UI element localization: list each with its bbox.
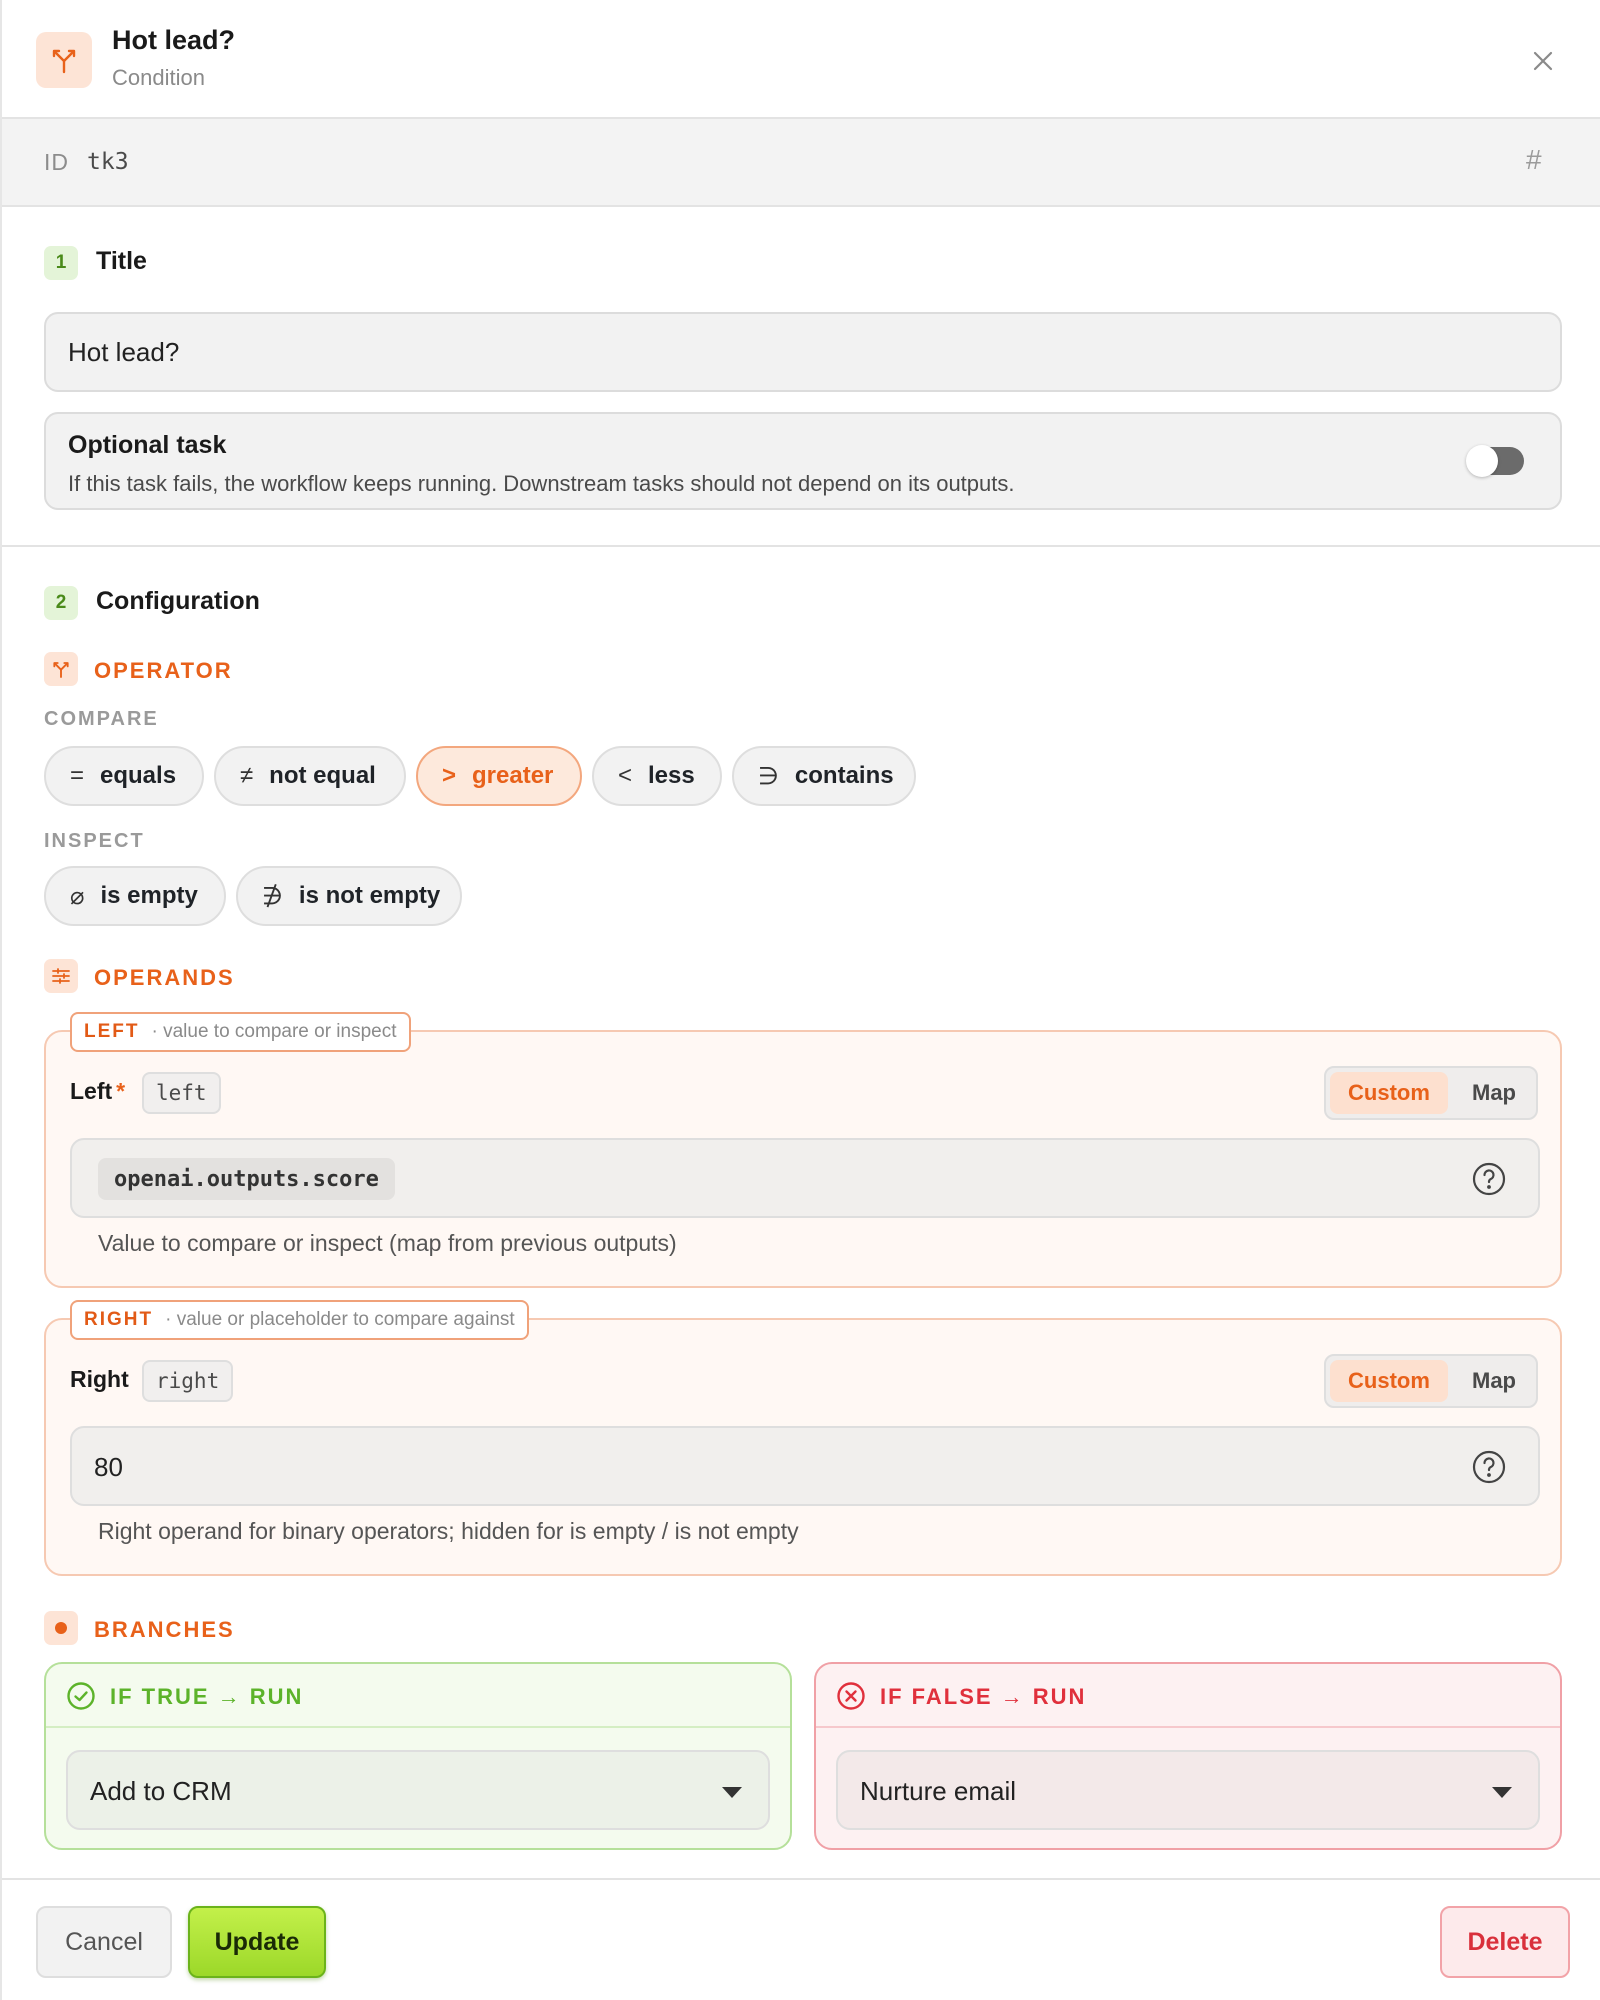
- right-hint: Right operand for binary operators; hidd…: [98, 1518, 799, 1544]
- optional-task-toggle[interactable]: [1466, 445, 1524, 477]
- if-false-selected: Nurture email: [860, 1776, 1017, 1806]
- section-divider: [2, 545, 1600, 547]
- if-true-select[interactable]: Add to CRM: [66, 1750, 770, 1830]
- operands-sliders-icon: [44, 959, 78, 993]
- right-operand-tag: RIGHT · value or placeholder to compare …: [70, 1300, 529, 1340]
- section-title-title: Title: [96, 247, 147, 275]
- right-field-label: Right: [70, 1366, 129, 1392]
- if-false-branch: IF FALSE → RUN Nurture email: [814, 1662, 1562, 1850]
- operands-label: OPERANDS: [94, 965, 235, 990]
- operator-is-empty[interactable]: ⌀ is empty: [44, 866, 226, 926]
- right-mode-toggle: Custom Map: [1324, 1354, 1538, 1408]
- compare-label: COMPARE: [44, 708, 159, 730]
- help-circle-icon[interactable]: [1472, 1162, 1506, 1196]
- operator-contains[interactable]: ∋ contains: [732, 746, 916, 806]
- branches-dot-icon: [44, 1611, 78, 1645]
- left-value-input[interactable]: openai.outputs.score: [70, 1138, 1540, 1218]
- right-key-pill: right: [142, 1360, 234, 1402]
- right-mode-custom[interactable]: Custom: [1330, 1360, 1448, 1402]
- task-title: Hot lead?: [112, 25, 236, 55]
- close-icon[interactable]: [1526, 44, 1560, 78]
- chevron-down-icon: [722, 1787, 742, 1798]
- operator-greater[interactable]: > greater: [416, 746, 582, 806]
- if-true-branch: IF TRUE → RUN Add to CRM: [44, 1662, 792, 1850]
- left-mode-custom[interactable]: Custom: [1330, 1072, 1448, 1114]
- left-field-label: Left *: [70, 1078, 126, 1104]
- operator-is-not-empty[interactable]: ∌ is not empty: [236, 866, 462, 926]
- left-key-pill: left: [142, 1072, 221, 1114]
- if-false-label: IF FALSE → RUN: [880, 1684, 1087, 1709]
- title-input[interactable]: [44, 312, 1562, 392]
- optional-task-box: Optional task If this task fails, the wo…: [44, 412, 1562, 510]
- operator-less[interactable]: < less: [592, 746, 722, 806]
- step-badge-2: 2: [44, 586, 78, 620]
- left-operand-card: Left * left Custom Map openai.outputs.sco…: [44, 1030, 1562, 1288]
- check-circle-icon: [67, 1682, 95, 1710]
- operator-equals[interactable]: = equals: [44, 746, 204, 806]
- left-mapped-value[interactable]: openai.outputs.score: [98, 1158, 395, 1200]
- branches-label: BRANCHES: [94, 1617, 235, 1642]
- task-editor-panel: Hot lead? Condition ID tk3 # 1 Title Opt…: [0, 0, 1600, 2000]
- if-true-header: IF TRUE → RUN: [46, 1664, 790, 1728]
- x-circle-icon: [837, 1682, 865, 1710]
- operator-label: OPERATOR: [94, 658, 233, 683]
- left-operand-tag: LEFT · value to compare or inspect: [70, 1012, 411, 1052]
- right-operand-card: Right right Custom Map 80 Right operand …: [44, 1318, 1562, 1576]
- right-value[interactable]: 80: [94, 1452, 123, 1483]
- left-hint: Value to compare or inspect (map from pr…: [98, 1230, 677, 1256]
- optional-task-title: Optional task: [68, 431, 227, 459]
- if-true-selected: Add to CRM: [90, 1776, 232, 1806]
- help-circle-icon[interactable]: [1472, 1450, 1506, 1484]
- operator-not-equal[interactable]: ≠ not equal: [214, 746, 406, 806]
- left-mode-toggle: Custom Map: [1324, 1066, 1538, 1120]
- panel-footer: Cancel Update Delete: [2, 1878, 1600, 2000]
- id-value[interactable]: tk3: [87, 149, 129, 175]
- update-button[interactable]: Update: [188, 1906, 326, 1978]
- left-mode-map[interactable]: Map: [1454, 1072, 1534, 1114]
- operator-icon: [44, 652, 78, 686]
- toggle-knob: [1466, 445, 1498, 477]
- id-label: ID: [44, 149, 69, 175]
- section-title-configuration: Configuration: [96, 587, 260, 615]
- inspect-label: INSPECT: [44, 830, 145, 852]
- chevron-down-icon: [1492, 1787, 1512, 1798]
- delete-button[interactable]: Delete: [1440, 1906, 1570, 1978]
- panel-header: Hot lead? Condition: [2, 0, 1600, 119]
- required-mark: *: [116, 1078, 126, 1104]
- right-value-input[interactable]: 80: [70, 1426, 1540, 1506]
- if-false-header: IF FALSE → RUN: [816, 1664, 1560, 1728]
- optional-task-description: If this task fails, the workflow keeps r…: [68, 471, 1015, 496]
- if-true-label: IF TRUE → RUN: [110, 1684, 304, 1709]
- hash-icon[interactable]: #: [1526, 144, 1542, 176]
- cancel-button[interactable]: Cancel: [36, 1906, 172, 1978]
- branch-fork-icon: [36, 32, 92, 88]
- right-mode-map[interactable]: Map: [1454, 1360, 1534, 1402]
- step-badge-1: 1: [44, 246, 78, 280]
- task-id-bar: ID tk3 #: [2, 119, 1600, 207]
- if-false-select[interactable]: Nurture email: [836, 1750, 1540, 1830]
- task-type: Condition: [112, 65, 205, 90]
